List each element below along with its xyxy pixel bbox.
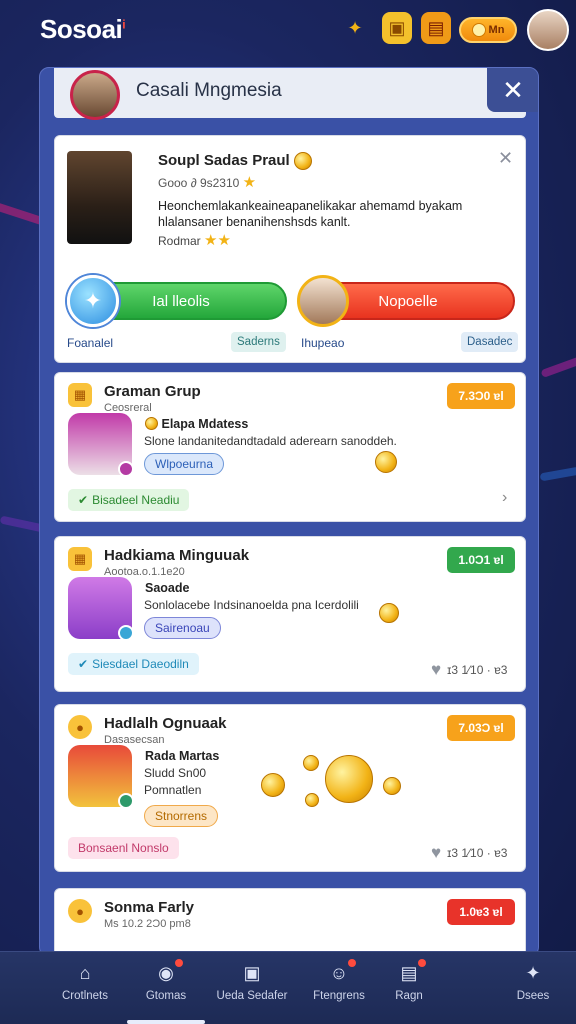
item-title: Hadkiama Minguuak <box>104 547 250 564</box>
close-icon[interactable]: ✕ <box>487 68 538 112</box>
item-meta: ♥ ɪ3 1⁄10 · ɐ3 <box>431 843 508 863</box>
nav-item-contacts[interactable]: ⌂ Crotlnets <box>42 962 128 1002</box>
list-item[interactable]: ▦ Graman Grup Ceosreral 7.3Ɔ0 ɐl Elapa M… <box>54 372 526 522</box>
item-name: Elapa Mdatess <box>145 417 248 431</box>
item-name: Rada Martas <box>145 749 220 763</box>
gift-icon[interactable]: ▣ <box>382 12 412 44</box>
coin-icon <box>145 417 158 430</box>
item-tag[interactable]: ✔ Bisadeel Neadiu <box>68 489 190 511</box>
coin-icon <box>303 755 319 771</box>
calendar-icon: ▦ <box>68 383 92 407</box>
item-subtitle: Ms 10.2 2Ɔ0 pm8 <box>104 918 191 930</box>
item-tag[interactable]: ✔ Siesdael Daeodiln <box>68 653 199 675</box>
featured-description: Heonchemlakankeaineapanelikakar ahemamd … <box>158 199 463 229</box>
list-item[interactable]: ▦ Hadkiama Minguuak Aootoa.o.1.1e20 1.0Ɔ… <box>54 536 526 692</box>
calendar-icon: ▦ <box>68 547 92 571</box>
user-avatar[interactable] <box>527 9 569 51</box>
nav-item-discover[interactable]: ✦ Dsees <box>490 962 576 1002</box>
left-caption: Foanalel <box>67 336 114 350</box>
coin-icon: ● <box>68 715 92 739</box>
active-indicator <box>127 1020 205 1024</box>
item-tag[interactable]: Bonsaenl Nonslo <box>68 837 179 859</box>
bg-streak <box>540 349 576 379</box>
bg-streak <box>0 515 45 533</box>
featured-title: Soupl Sadas Praul <box>158 152 312 171</box>
panel-avatar <box>70 70 120 120</box>
check-icon: ✔ <box>78 657 89 671</box>
nav-item-rank[interactable]: ▤ Ragn <box>366 959 452 1002</box>
heart-icon[interactable]: ♥ <box>431 843 441 863</box>
item-thumbnail <box>68 577 134 641</box>
left-chip[interactable]: Saderns <box>231 332 286 352</box>
mascot-icon: ✦ <box>67 275 119 327</box>
rank-icon: ▤ <box>398 959 426 984</box>
panel-header: Casali Mngmesia <box>54 68 526 120</box>
coin-balance[interactable]: Mn <box>459 17 517 43</box>
coin-icon <box>261 773 285 797</box>
trophy-icon[interactable]: ✦ <box>340 12 370 44</box>
discover-icon: ✦ <box>525 963 541 983</box>
games-icon: ◉ <box>155 959 183 984</box>
star-icon: ★ <box>217 232 231 249</box>
item-action-button[interactable]: Stnorrens <box>144 805 219 827</box>
coin-icon <box>305 793 319 807</box>
heart-icon[interactable]: ♥ <box>431 660 441 680</box>
bottom-nav: ⌂ Crotlnets ◉ Gtomas ▣ Ueda Sedafer ☺ Ftengr… <box>0 951 576 1024</box>
price-badge: 7.03Ɔ ɐl <box>447 715 515 741</box>
app-logo[interactable]: Sosoaii <box>40 14 126 45</box>
badge-dot <box>118 793 134 809</box>
coin-icon <box>293 152 312 171</box>
panel-title: Casali Mngmesia <box>136 80 282 101</box>
item-thumbnail <box>68 413 134 477</box>
media-icon: ▣ <box>243 963 261 983</box>
featured-subtitle: Gooo ∂ 9s2310 ★ <box>158 174 257 191</box>
dismiss-icon[interactable]: ✕ <box>498 148 513 169</box>
top-bar: Sosoaii ✦ ▣ ▤ Mn <box>0 0 576 62</box>
nav-item-games[interactable]: ◉ Gtomas <box>123 959 209 1002</box>
check-icon: ✔ <box>78 493 89 507</box>
item-action-button[interactable]: Sairenoau <box>144 617 221 639</box>
featured-card: Soupl Sadas Praul Gooo ∂ 9s2310 ★ Heonch… <box>54 135 526 363</box>
badge-dot <box>118 625 134 641</box>
home-icon: ⌂ <box>79 963 91 983</box>
price-badge: 1.0Ɔ1 ɐl <box>447 547 515 573</box>
host-avatar <box>297 275 349 327</box>
right-chip[interactable]: Dasadec <box>461 332 519 352</box>
featured-rated: Rodmar ★★ <box>158 232 231 249</box>
item-title: Hadlalh Ognuaak <box>104 715 227 732</box>
coin-icon <box>325 755 373 803</box>
item-action-button[interactable]: Wlpoeurna <box>144 453 225 475</box>
coin-icon <box>383 777 401 795</box>
group-panel: Casali Mngmesia ✕ Soupl Sadas Praul Gooo… <box>39 67 539 957</box>
nav-item-media[interactable]: ▣ Ueda Sedafer <box>209 962 295 1002</box>
item-description: Sonlolacebe Indsinanoelda pna Icerdolili <box>144 598 359 612</box>
coin-icon <box>375 451 397 473</box>
item-name: Saoade <box>145 581 190 595</box>
chevron-right-icon[interactable]: › <box>502 489 507 507</box>
item-title: Graman Grup <box>104 383 201 400</box>
item-title: Sonma Farly <box>104 899 195 916</box>
item-description: Slone landanitedandtadald aderearn sanod… <box>144 434 397 448</box>
coin-icon: ● <box>68 899 92 923</box>
price-badge: 1.0ɐ3 ɐl <box>447 899 515 925</box>
featured-photo <box>67 151 132 244</box>
star-icon: ★ <box>204 232 218 249</box>
treasure-icon[interactable]: ▤ <box>421 12 451 44</box>
price-badge: 7.3Ɔ0 ɐl <box>447 383 515 409</box>
friends-icon: ☺ <box>328 959 356 984</box>
item-thumbnail <box>68 745 134 809</box>
coin-icon <box>471 23 486 37</box>
star-icon: ★ <box>242 174 257 191</box>
list-item[interactable]: ● Hadlalh Ognuaak Dasasecsan 7.03Ɔ ɐl Ra… <box>54 704 526 872</box>
right-caption: Ihupeao <box>301 336 345 350</box>
list-item[interactable]: ● Sonma Farly Ms 10.2 2Ɔ0 pm8 1.0ɐ3 ɐl <box>54 888 526 956</box>
item-meta: ♥ ɪ3 1⁄10 · ɐ3 <box>431 660 508 680</box>
bg-streak <box>539 466 576 482</box>
badge-dot <box>118 461 134 477</box>
coin-icon <box>379 603 399 623</box>
